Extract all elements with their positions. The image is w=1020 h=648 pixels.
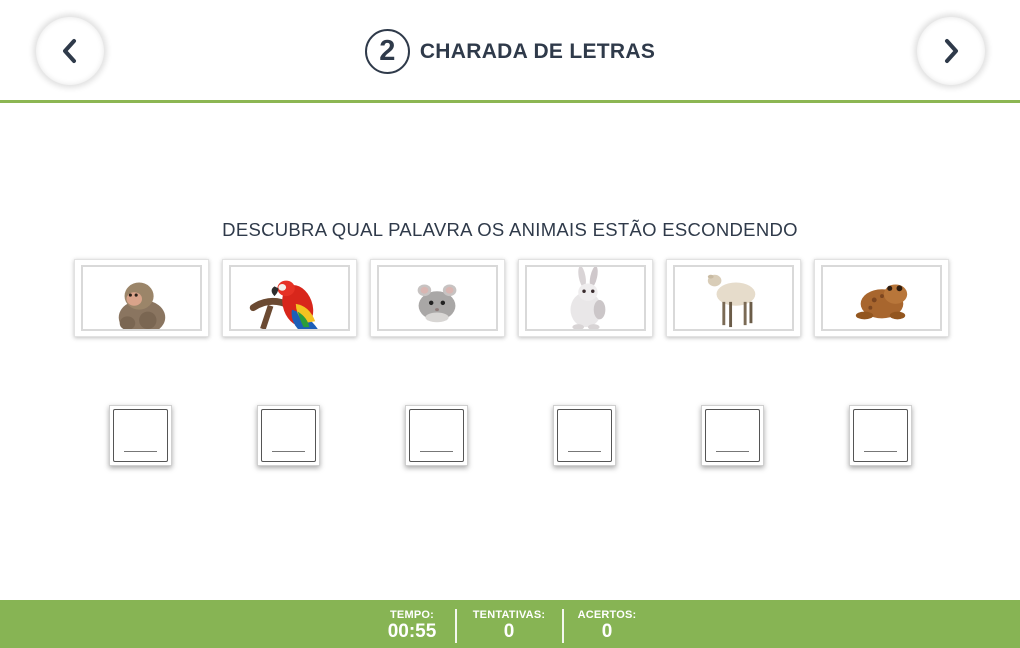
rabbit-image [570,267,606,329]
step-number-badge: 2 [364,29,410,74]
slot-underline [568,451,601,452]
page-title: CHARADA DE LETRAS [419,39,656,63]
time-value: 00:55 [387,621,437,642]
animal-card [74,259,209,337]
attempts-stat: TENTATIVAS: 0 [468,609,550,643]
title-group: 2 CHARADA DE LETRAS [0,29,1020,74]
time-stat: TEMPO: 00:55 [382,609,442,643]
next-button[interactable] [917,17,985,85]
slot-underline [864,451,897,452]
monkey-image [118,282,166,329]
footer-divider [455,609,457,643]
letter-slot-6[interactable] [849,405,912,466]
letter-slot-1[interactable] [109,405,172,466]
header-bar: 2 CHARADA DE LETRAS [0,0,1020,103]
sheep-image [707,274,756,328]
animal-card [370,259,505,337]
footer-divider [562,609,564,643]
attempts-label: TENTATIVAS: [472,609,546,621]
parrot-image [249,280,318,329]
status-footer: TEMPO: 00:55 TENTATIVAS: 0 ACERTOS: 0 [0,600,1020,648]
letter-slots [0,405,1020,467]
hits-label: ACERTOS: [577,609,637,621]
letter-slot-4[interactable] [553,405,616,466]
letter-slot-2[interactable] [257,405,320,466]
slot-underline [272,451,305,452]
letter-slot-5[interactable] [701,405,764,466]
letter-slot-3[interactable] [405,405,468,466]
slot-underline [124,451,157,452]
hits-stat: ACERTOS: 0 [574,609,640,643]
instruction-text: DESCUBRA QUAL PALAVRA OS ANIMAIS ESTÃO E… [222,219,798,240]
animal-card [666,259,801,337]
attempts-value: 0 [503,621,515,642]
animal-card [814,259,949,337]
animal-cards [0,259,1020,339]
chinchilla-image [417,284,457,323]
animal-card [222,259,357,337]
slot-underline [420,451,453,452]
toad-image [855,284,908,320]
time-label: TEMPO: [390,609,434,621]
chevron-right-icon [945,39,958,63]
hits-value: 0 [601,621,613,642]
slot-underline [716,451,749,452]
animal-card [518,259,653,337]
